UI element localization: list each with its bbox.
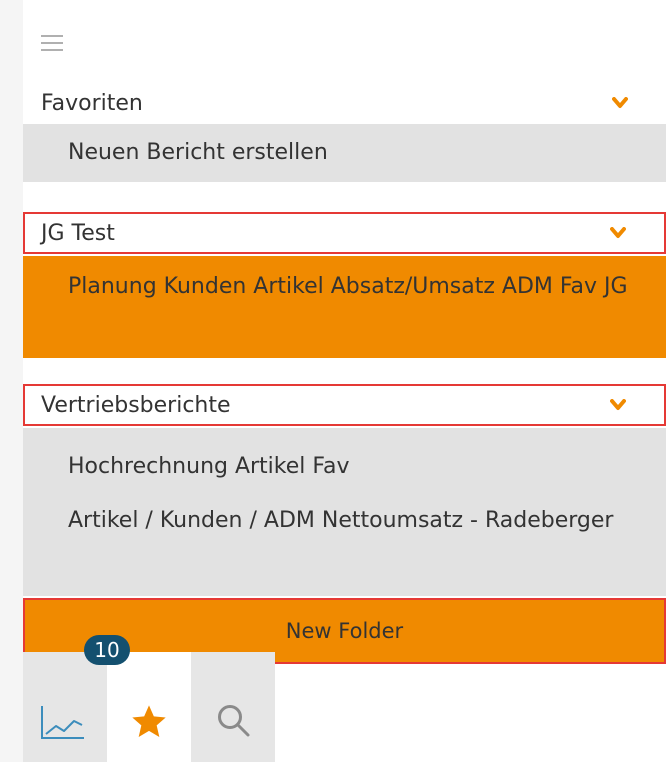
item-label: Planung Kunden Artikel Absatz/Umsatz ADM… xyxy=(68,274,628,299)
star-icon xyxy=(132,705,166,737)
badge-count: 10 xyxy=(94,638,120,662)
list-item-artikel-kunden[interactable]: Artikel / Kunden / ADM Nettoumsatz - Rad… xyxy=(68,490,646,538)
favorites-count-badge: 10 xyxy=(84,635,130,665)
section-title: Favoriten xyxy=(41,90,143,116)
chevron-down-icon[interactable] xyxy=(612,97,628,109)
tab-favorites[interactable] xyxy=(107,652,191,762)
list-item-hochrechnung[interactable]: Hochrechnung Artikel Fav xyxy=(68,428,646,490)
tab-search[interactable] xyxy=(191,652,275,762)
list-item-planung-kunden[interactable]: Planung Kunden Artikel Absatz/Umsatz ADM… xyxy=(23,256,666,358)
bottom-tab-bar xyxy=(23,652,666,762)
search-icon xyxy=(218,705,250,737)
chart-line-icon xyxy=(41,706,84,739)
list-item-neuen-bericht[interactable]: Neuen Bericht erstellen xyxy=(23,124,666,182)
item-label: Neuen Bericht erstellen xyxy=(68,140,328,165)
section-header-favoriten[interactable]: Favoriten xyxy=(23,82,666,124)
chevron-down-icon[interactable] xyxy=(610,227,626,239)
section-title: Vertriebsberichte xyxy=(41,392,231,418)
item-label: Artikel / Kunden / ADM Nettoumsatz - Rad… xyxy=(68,508,614,533)
item-label: Hochrechnung Artikel Fav xyxy=(68,454,350,479)
chevron-down-icon[interactable] xyxy=(610,399,626,411)
section-header-vertriebsberichte[interactable]: Vertriebsberichte xyxy=(23,384,666,426)
hamburger-menu-icon[interactable] xyxy=(41,35,63,51)
section-header-jg-test[interactable]: JG Test xyxy=(23,212,666,254)
section-title: JG Test xyxy=(41,220,115,246)
new-folder-label: New Folder xyxy=(285,619,404,643)
tab-dashboard[interactable] xyxy=(23,652,107,762)
list-group-vertriebsberichte: Hochrechnung Artikel Fav Artikel / Kunde… xyxy=(23,428,666,596)
